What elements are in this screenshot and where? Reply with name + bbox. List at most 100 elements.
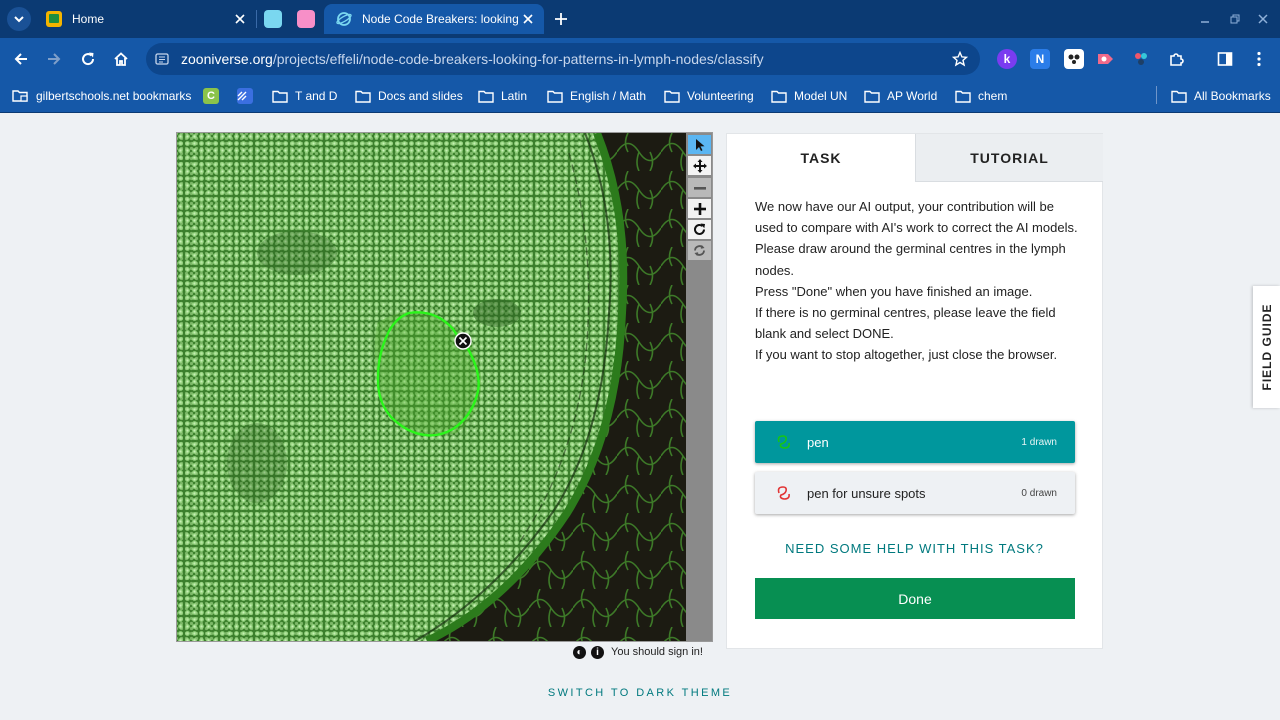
folder-icon: [547, 90, 563, 103]
minimize-button[interactable]: [1194, 8, 1216, 30]
restore-button[interactable]: [1224, 8, 1246, 30]
reload-icon: [82, 52, 95, 66]
bookmark-folder-english-math[interactable]: English / Math: [547, 86, 646, 106]
folder-icon: [355, 90, 371, 103]
tab-title: Node Code Breakers: looking fo: [362, 12, 522, 26]
bookmarks-bar: gilbertschools.net bookmarks C T and D D…: [0, 80, 1280, 113]
bookmark-star-button[interactable]: [950, 49, 970, 69]
browser-menu-button[interactable]: [1249, 49, 1269, 69]
signin-text: You should sign in!: [611, 646, 703, 658]
reset-tool-button[interactable]: [688, 241, 711, 260]
bookmark-label: All Bookmarks: [1194, 89, 1271, 103]
extension-n-icon[interactable]: N: [1030, 49, 1050, 69]
extension-k-icon[interactable]: k: [997, 49, 1017, 69]
instruction-line: We now have our AI output, your contribu…: [755, 199, 1078, 236]
close-tab-icon[interactable]: [232, 11, 248, 27]
reset-icon: [694, 245, 705, 256]
bookmark-gilbertschools[interactable]: gilbertschools.net bookmarks: [12, 86, 191, 106]
bookmark-folder-ap-world[interactable]: AP World: [864, 86, 937, 106]
site-info-icon[interactable]: [154, 51, 170, 67]
arrow-right-icon: [48, 53, 61, 65]
bookmark-folder-chem[interactable]: chem: [955, 86, 1007, 106]
bookmark-label: AP World: [887, 89, 938, 103]
bookmark-folder-t-and-d[interactable]: T and D: [272, 86, 337, 106]
bookmark-folder-docs-and-slides[interactable]: Docs and slides: [355, 86, 463, 106]
bookmark-label: Model UN: [794, 89, 848, 103]
extension-dots-icon[interactable]: [1131, 49, 1151, 69]
bookmark-label: T and D: [295, 89, 338, 103]
side-panel-icon: [1217, 52, 1233, 66]
tool-count: 1 drawn: [1021, 436, 1057, 448]
field-guide-tab[interactable]: FIELD GUIDE: [1253, 286, 1280, 408]
new-tab-button[interactable]: [550, 8, 572, 30]
pointer-icon: [695, 138, 704, 151]
instruction-line: Press "Done" when you have finished an i…: [755, 283, 1033, 299]
side-panel-button[interactable]: [1215, 49, 1235, 69]
task-instructions: We now have our AI output, your contribu…: [755, 196, 1085, 366]
tab-tutorial[interactable]: TUTORIAL: [915, 134, 1103, 182]
url-path: /projects/effeli/node-code-breakers-look…: [272, 51, 764, 67]
arrow-left-icon: [14, 53, 27, 65]
tab-node-code-breakers[interactable]: Node Code Breakers: looking fo: [324, 4, 544, 34]
extension-screencast-icon[interactable]: [1096, 49, 1116, 69]
move-icon: [692, 158, 707, 173]
plus-icon: [555, 13, 567, 25]
pointer-tool-button[interactable]: [688, 135, 711, 154]
tab-task[interactable]: TASK: [727, 134, 915, 182]
rotate-icon: [694, 223, 705, 235]
instruction-line: Please draw around the germinal centres …: [755, 241, 1066, 278]
pen-tool-option[interactable]: pen 1 drawn: [755, 421, 1075, 463]
tab-home[interactable]: Home: [34, 4, 256, 34]
pinned-tab-pink-icon[interactable]: [297, 10, 315, 28]
zoom-in-tool-button[interactable]: [688, 199, 711, 218]
tab-separator: [256, 10, 257, 28]
close-window-button[interactable]: [1252, 8, 1274, 30]
bookmark-label: gilbertschools.net bookmarks: [36, 89, 192, 103]
classroom-icon: [46, 11, 62, 27]
extensions-puzzle-icon[interactable]: [1166, 49, 1186, 69]
bookmark-c-app[interactable]: C: [203, 86, 219, 106]
browser-toolbar: zooniverse.org/projects/effeli/node-code…: [0, 38, 1280, 80]
address-bar[interactable]: zooniverse.org/projects/effeli/node-code…: [146, 43, 980, 75]
managed-folder-icon: [12, 90, 28, 102]
info-icon[interactable]: i: [591, 645, 604, 659]
bookmark-folder-model-un[interactable]: Model UN: [771, 86, 847, 106]
contrast-icon[interactable]: ◐: [573, 645, 586, 659]
instruction-line: If there is no germinal centres, please …: [755, 305, 1056, 342]
bookmark-label: Latin: [501, 89, 528, 103]
lymph-node-image[interactable]: [177, 133, 686, 641]
close-tab-icon[interactable]: [520, 11, 536, 27]
home-icon: [114, 52, 128, 66]
signin-notice: ◐ i You should sign in!: [573, 644, 703, 660]
rotate-tool-button[interactable]: [688, 220, 711, 239]
bookmark-folder-latin[interactable]: Latin: [478, 86, 527, 106]
pinned-tab-cyan-icon[interactable]: [264, 10, 282, 28]
bookmarks-separator: [1156, 86, 1157, 104]
minimize-icon: [1201, 21, 1209, 23]
help-link[interactable]: NEED SOME HELP WITH THIS TASK?: [727, 541, 1102, 556]
dark-theme-toggle[interactable]: SWITCH TO DARK THEME: [0, 687, 1280, 699]
folder-icon: [272, 90, 288, 103]
home-button[interactable]: [109, 47, 133, 71]
minus-icon: [693, 186, 706, 190]
pan-tool-button[interactable]: [688, 156, 711, 175]
tool-label: pen for unsure spots: [807, 485, 926, 501]
close-icon: [1258, 14, 1268, 24]
tab-strip: Home Node Code Breakers: looking fo: [0, 0, 1280, 38]
bookmark-label: English / Math: [570, 89, 647, 103]
reload-button[interactable]: [76, 47, 100, 71]
extension-panda-icon[interactable]: [1064, 49, 1084, 69]
zoom-out-tool-button[interactable]: [688, 178, 711, 197]
back-button[interactable]: [9, 47, 33, 71]
forward-button[interactable]: [42, 47, 66, 71]
unsure-pen-tool-option[interactable]: pen for unsure spots 0 drawn: [755, 472, 1075, 514]
folder-icon: [864, 90, 880, 103]
tab-search-button[interactable]: [7, 7, 31, 31]
all-bookmarks-button[interactable]: All Bookmarks: [1171, 86, 1271, 106]
done-button[interactable]: Done: [755, 578, 1075, 619]
bookmark-folder-volunteering[interactable]: Volunteering: [664, 86, 754, 106]
url-text: zooniverse.org/projects/effeli/node-code…: [181, 51, 764, 67]
pen-outline-icon: [777, 435, 790, 449]
bookmark-blue-app[interactable]: [237, 86, 253, 106]
star-icon: [952, 51, 968, 67]
